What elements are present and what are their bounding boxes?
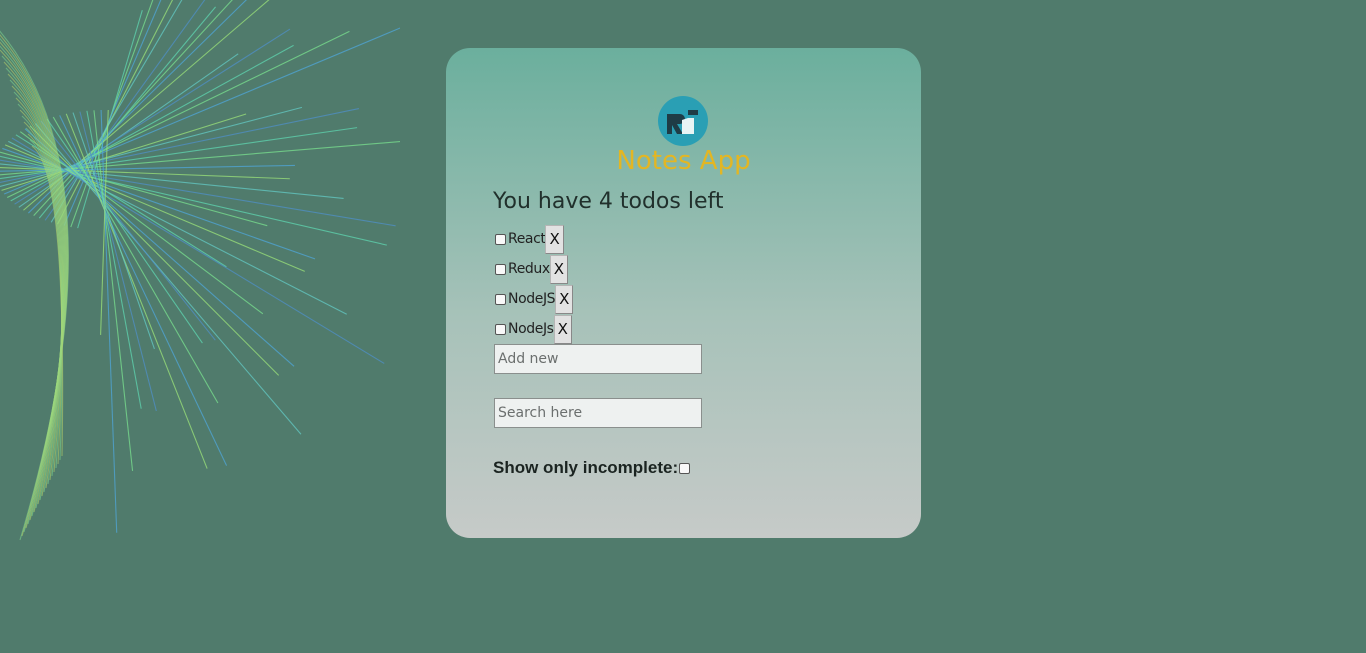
todo-label: NodeJs <box>508 321 554 337</box>
delete-todo-button[interactable]: X <box>555 284 574 314</box>
todo-item: NodeJS X <box>494 284 574 314</box>
search-input[interactable] <box>494 398 702 428</box>
todo-label: NodeJS <box>508 291 556 307</box>
incomplete-filter-checkbox[interactable] <box>679 463 691 474</box>
todo-checkbox[interactable] <box>495 323 506 335</box>
delete-todo-button[interactable]: X <box>553 314 572 344</box>
todo-label: React <box>508 231 546 247</box>
todo-checkbox[interactable] <box>495 263 506 275</box>
notes-card: Notes App You have 4 todos left React X … <box>446 48 921 538</box>
add-todo-input[interactable] <box>494 344 702 374</box>
todo-list: React X Redux X NodeJS X NodeJs X <box>494 224 574 344</box>
todo-item: NodeJs X <box>494 314 573 344</box>
todo-item: React X <box>494 224 573 254</box>
delete-todo-button[interactable]: X <box>545 224 564 254</box>
todo-checkbox[interactable] <box>495 233 506 245</box>
incomplete-filter: Show only incomplete: <box>493 458 692 478</box>
delete-todo-button[interactable]: X <box>549 254 569 284</box>
incomplete-filter-label: Show only incomplete: <box>493 458 679 477</box>
ri-logo-icon <box>658 96 708 146</box>
todo-label: Redux <box>508 261 550 277</box>
todos-left-count: You have 4 todos left <box>493 189 724 214</box>
todo-checkbox[interactable] <box>495 293 506 305</box>
todo-item: Redux X <box>494 254 573 284</box>
app-title: Notes App <box>616 146 751 176</box>
decorative-line-art <box>0 0 400 541</box>
